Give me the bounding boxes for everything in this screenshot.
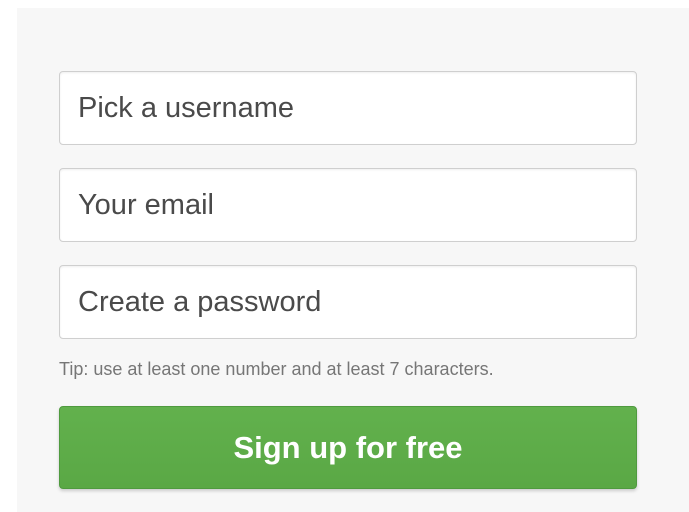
email-input[interactable] bbox=[59, 168, 637, 242]
password-tip: Tip: use at least one number and at leas… bbox=[59, 359, 494, 379]
password-input[interactable] bbox=[59, 265, 637, 339]
signup-button[interactable]: Sign up for free bbox=[59, 406, 637, 489]
username-input[interactable] bbox=[59, 71, 637, 145]
